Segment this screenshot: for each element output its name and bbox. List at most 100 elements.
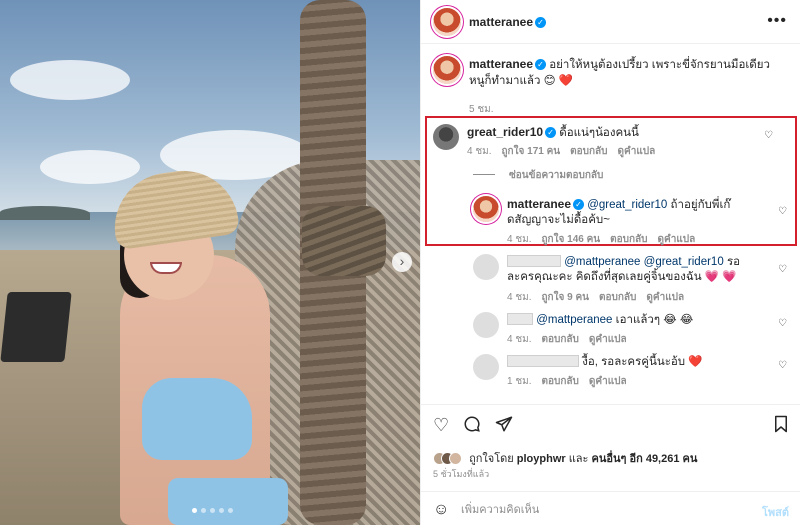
reply-button[interactable]: ตอบกลับ: [542, 374, 579, 389]
cloud: [10, 60, 130, 100]
translate-button[interactable]: ดูคำแปล: [589, 332, 627, 347]
comment-bubble-icon: [464, 416, 480, 432]
post-button[interactable]: โพสต์: [762, 503, 789, 521]
comment-username[interactable]: great_rider10: [467, 125, 543, 139]
post-photo: ›: [0, 0, 420, 525]
like-comment-icon[interactable]: ♡: [778, 264, 787, 275]
translate-button[interactable]: ดูคำแปล: [618, 144, 656, 159]
verified-badge-icon: ✓: [535, 59, 547, 70]
comment-mention[interactable]: @mattperanee @great_rider10: [564, 256, 724, 268]
reply-button[interactable]: ตอบกลับ: [610, 232, 647, 247]
comment-likes[interactable]: ถูกใจ 146 คน: [542, 232, 601, 247]
caption-time: 5 ชม.: [469, 104, 494, 115]
caption-username[interactable]: matteranee: [469, 57, 533, 71]
carousel-dot: [219, 508, 224, 513]
carousel-dot: [210, 508, 215, 513]
reply-button[interactable]: ตอบกลับ: [542, 332, 579, 347]
verified-badge-icon: ✓: [545, 127, 557, 138]
like-comment-icon[interactable]: ♡: [778, 360, 787, 371]
comments-scroll-area[interactable]: matteranee ✓ อย่าให้หนูต้องเปรี้ยว เพราะข…: [421, 44, 800, 404]
comment-time: 4 ชม.: [507, 234, 532, 245]
reply-button[interactable]: ตอบกลับ: [599, 290, 636, 305]
comment-text: ดื้อแน่ๆน้องคนนี้: [559, 127, 639, 139]
redacted-username: [507, 255, 561, 267]
comment-input[interactable]: [461, 501, 741, 519]
comment-meta: 4 ชม. ตอบกลับ ดูคำแปล: [507, 332, 627, 347]
header-username[interactable]: matteranee ✓: [469, 15, 547, 29]
bikini-top: [142, 378, 252, 460]
verified-badge-icon: ✓: [573, 199, 585, 210]
like-comment-icon[interactable]: ♡: [778, 318, 787, 329]
comment-body: great_rider10 ✓ ดื้อแน่ๆน้องคนนี้: [467, 125, 737, 141]
avatar[interactable]: [433, 8, 461, 36]
avatar[interactable]: [473, 312, 499, 338]
smiley-icon[interactable]: ☺: [433, 501, 449, 519]
like-comment-icon[interactable]: ♡: [764, 130, 773, 141]
hide-replies-button[interactable]: ซ่อนข้อความตอบกลับ: [473, 168, 603, 183]
carousel-dots: [192, 508, 233, 513]
avatar[interactable]: [473, 196, 499, 222]
redacted-username: [507, 313, 533, 325]
liked-by-others[interactable]: คนอื่นๆ อีก 49,261 คน: [592, 453, 698, 465]
translate-button[interactable]: ดูคำแปล: [658, 232, 696, 247]
more-options-icon[interactable]: •••: [767, 12, 787, 30]
comment-meta: 1 ชม. ตอบกลับ ดูคำแปล: [507, 374, 627, 389]
island: [0, 206, 90, 220]
comment-meta: 4 ชม. ถูกใจ 171 คน ตอบกลับ ดูคำแปล: [467, 144, 655, 159]
liked-by-and: และ: [568, 453, 589, 465]
comment-mention[interactable]: @mattperanee: [536, 314, 612, 326]
comment-bubble-icon[interactable]: [463, 415, 481, 438]
post-actions: ♡ ถูกใจโดย ployphwr และ คนอื่นๆ อีก 49,2…: [421, 404, 800, 526]
cloud: [40, 150, 140, 184]
comment-mention[interactable]: @great_rider10: [587, 199, 667, 211]
comment-time: 4 ชม.: [467, 146, 492, 157]
comment-text: งื้อ, รอละครคู่นี้นะอ้บ ❤️: [582, 356, 703, 368]
liked-by-prefix: ถูกใจโดย: [469, 453, 514, 465]
liker-avatar: [449, 452, 462, 465]
paper-plane-icon: [495, 416, 513, 432]
avatar[interactable]: [433, 124, 459, 150]
comment-likes[interactable]: ถูกใจ 9 คน: [542, 290, 590, 305]
translate-button[interactable]: ดูคำแปล: [589, 374, 627, 389]
bookmark-icon: [775, 415, 787, 433]
comment-time: 4 ชม.: [507, 334, 532, 345]
comment-body: matteranee ✓ @great_rider10 ถ้าอยู่กับพี่…: [507, 197, 737, 228]
comment-text: เอาแล้วๆ 😂 😂: [615, 314, 694, 326]
verified-badge-icon: ✓: [535, 17, 547, 28]
comment-time: 1 ชม.: [507, 376, 532, 387]
carousel-dot: [201, 508, 206, 513]
caption-text: matteranee ✓ อย่าให้หนูต้องเปรี้ยว เพราะข…: [469, 56, 779, 89]
comment-body: งื้อ, รอละครคู่นี้นะอ้บ ❤️: [507, 355, 743, 370]
post-header: matteranee ✓ •••: [421, 0, 800, 44]
like-comment-icon[interactable]: ♡: [778, 206, 787, 217]
comment-meta: 4 ชม. ถูกใจ 146 คน ตอบกลับ ดูคำแปล: [507, 232, 695, 247]
rope-knot: [302, 206, 386, 276]
beach-chair: [0, 292, 72, 362]
avatar[interactable]: [473, 254, 499, 280]
bookmark-icon[interactable]: [773, 415, 789, 438]
comment-body: @mattperanee เอาแล้วๆ 😂 😂: [507, 313, 743, 328]
post-time: 5 ชั่วโมงที่แล้ว: [433, 469, 490, 479]
translate-button[interactable]: ดูคำแปล: [646, 290, 684, 305]
avatar[interactable]: [473, 354, 499, 380]
comment-time: 4 ชม.: [507, 292, 532, 303]
avatar[interactable]: [433, 56, 461, 84]
paper-plane-icon[interactable]: [495, 415, 513, 438]
carousel-dot: [228, 508, 233, 513]
reply-button[interactable]: ตอบกลับ: [570, 144, 607, 159]
redacted-username: [507, 355, 579, 367]
heart-outline-icon[interactable]: ♡: [433, 415, 449, 436]
carousel-dot: [192, 508, 197, 513]
add-comment-bar: ☺ โพสต์: [421, 491, 800, 527]
comment-body: @mattperanee @great_rider10 รอละครคุณะคะ…: [507, 255, 743, 285]
liked-by-user[interactable]: ployphwr: [517, 453, 566, 465]
username-text[interactable]: matteranee: [469, 15, 533, 29]
comment-username[interactable]: matteranee: [507, 197, 571, 211]
chevron-right-icon[interactable]: ›: [392, 252, 412, 272]
liked-by: ถูกใจโดย ployphwr และ คนอื่นๆ อีก 49,261…: [433, 449, 697, 467]
post-side-panel: matteranee ✓ ••• matteranee ✓ อย่าให้หนูต้…: [420, 0, 800, 525]
bikini-bottom: [168, 478, 288, 525]
comment-meta: 4 ชม. ถูกใจ 9 คน ตอบกลับ ดูคำแปล: [507, 290, 684, 305]
instagram-post-modal: › matteranee ✓ ••• matteranee ✓ อย่าให้หนู: [0, 0, 800, 525]
comment-likes[interactable]: ถูกใจ 171 คน: [502, 144, 561, 159]
